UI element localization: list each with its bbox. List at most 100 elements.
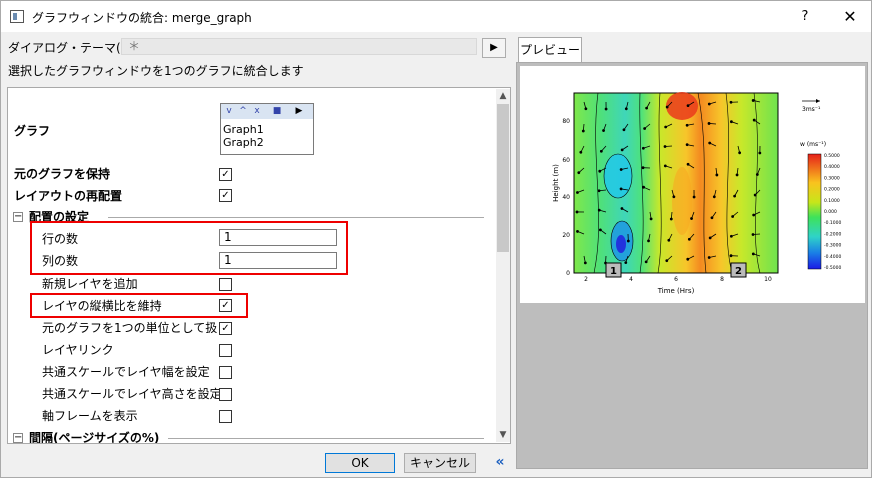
wind-vector-head: [619, 168, 623, 171]
wind-vector-head: [729, 254, 733, 258]
wind-vector-head: [738, 151, 742, 155]
preview-page: 2 4 6 8 10 0 20 40 60 80 Time (Hrs) Heig…: [520, 66, 865, 303]
graph-list[interactable]: v ^ x ■ ▶ Graph1 Graph2: [220, 103, 314, 155]
graph-list-item[interactable]: Graph2: [223, 137, 264, 149]
x-tick-label: 2: [584, 276, 588, 283]
vector-scale-label: 3ms⁻¹: [802, 106, 821, 113]
wind-vector-head: [686, 257, 690, 261]
wind-vector-head: [644, 260, 648, 264]
wind-vector-head: [577, 171, 581, 175]
help-button[interactable]: ?: [787, 1, 823, 32]
keep-aspect-checkbox[interactable]: ✓: [219, 299, 232, 312]
legend-tick-label: -0.5000: [824, 265, 842, 271]
rearrange-checkbox[interactable]: ✓: [219, 189, 232, 202]
wind-vector-head: [647, 239, 650, 243]
keep-source-checkbox[interactable]: ✓: [219, 168, 232, 181]
rows-label: 行の数: [42, 232, 79, 246]
move-down-icon[interactable]: v: [223, 105, 235, 118]
wind-vector-head: [649, 217, 653, 221]
wind-vector-head: [643, 127, 647, 130]
wind-vector-head: [667, 238, 671, 242]
wind-vector-head: [598, 169, 602, 173]
wind-vector-head: [665, 105, 669, 109]
legend-title: w (ms⁻¹): [800, 141, 826, 148]
cancel-button[interactable]: キャンセル: [404, 453, 476, 473]
y-tick-label: 40: [562, 194, 570, 201]
wind-vector-head: [584, 107, 588, 111]
collapse-preview-button[interactable]: «: [489, 453, 511, 471]
scroll-up-icon[interactable]: ▲: [496, 89, 510, 103]
wind-vector-head: [663, 145, 667, 148]
contour-plot: 2 4 6 8 10 0 20 40 60 80 Time (Hrs) Heig…: [552, 92, 842, 295]
show-frame-checkbox[interactable]: [219, 410, 232, 423]
wind-vector-head: [753, 193, 757, 197]
wind-vector-head: [729, 100, 733, 104]
legend-tick-label: 0.3000: [824, 175, 840, 181]
y-axis-label: Height (m): [552, 164, 560, 202]
tab-preview[interactable]: プレビュー: [518, 37, 582, 63]
x-tick-label: 10: [764, 276, 772, 283]
ok-button[interactable]: OK: [325, 453, 395, 473]
wind-vector-head: [758, 151, 762, 155]
common-width-checkbox[interactable]: [219, 366, 232, 379]
wind-vector-head: [619, 187, 623, 191]
section-divider: [108, 217, 484, 218]
cols-input[interactable]: 1: [219, 252, 337, 269]
move-up-icon[interactable]: ^: [237, 105, 249, 118]
wind-vector-head: [597, 189, 601, 193]
wind-vector-head: [575, 210, 579, 214]
wind-vector-head: [622, 128, 626, 132]
legend-tick-label: 0.000: [824, 209, 837, 215]
wind-vector-head: [708, 141, 712, 145]
wind-vector-head: [752, 213, 756, 217]
wind-vector-head: [692, 195, 696, 199]
arrow-head-icon: [816, 99, 820, 103]
rearrange-label: レイアウトの再配置: [14, 189, 123, 203]
play-icon[interactable]: ▶: [293, 105, 305, 118]
scroll-thumb[interactable]: [497, 104, 509, 252]
rows-input[interactable]: 1: [219, 229, 337, 246]
legend-tick-label: 0.1000: [824, 198, 840, 204]
collapse-icon[interactable]: −: [13, 212, 23, 222]
wind-vector-head: [707, 256, 711, 259]
tree-scrollbar[interactable]: ▲ ▼: [496, 89, 510, 442]
theme-label: ダイアログ・テーマ(H): [8, 41, 135, 55]
section-divider: [168, 438, 484, 439]
title-bar: グラフウィンドウの統合: merge_graph ? ✕: [1, 1, 871, 32]
show-frame-label: 軸フレームを表示: [42, 409, 138, 423]
wind-vector-head: [576, 191, 579, 194]
contour-high: [666, 92, 698, 120]
graph-list-item[interactable]: Graph1: [223, 124, 264, 136]
wind-vector-head: [665, 259, 669, 263]
wind-vector-head: [687, 237, 691, 241]
add-layer-label: 新規レイヤを追加: [42, 277, 138, 291]
collapse-icon[interactable]: −: [13, 433, 23, 443]
wind-vector-head: [708, 236, 712, 240]
remove-icon[interactable]: x: [251, 105, 263, 118]
wind-vector-head: [710, 216, 714, 220]
wind-vector-head: [685, 123, 689, 127]
wind-vector-head: [604, 107, 608, 111]
color-scale-bar: [807, 153, 822, 270]
add-layer-checkbox[interactable]: [219, 278, 232, 291]
wind-vector-head: [620, 207, 624, 210]
wind-vector-head: [576, 230, 579, 233]
theme-input[interactable]: ＊: [121, 38, 477, 55]
color-scale-ticks: 0.5000 0.4000 0.3000 0.2000 0.1000 0.000 -0.10…: [824, 153, 842, 271]
scroll-down-icon[interactable]: ▼: [496, 428, 510, 442]
close-button[interactable]: ✕: [829, 1, 871, 32]
y-tick-label: 0: [566, 270, 570, 277]
wind-vector-head: [729, 234, 733, 238]
link-layers-checkbox[interactable]: [219, 344, 232, 357]
common-height-checkbox[interactable]: [219, 388, 232, 401]
legend-tick-label: 0.5000: [824, 153, 840, 159]
select-icon[interactable]: ■: [271, 105, 283, 118]
theme-menu-button[interactable]: ▶: [482, 38, 506, 58]
wind-vector-head: [707, 102, 711, 106]
wind-vector-head: [751, 99, 755, 102]
wind-vector-head: [751, 252, 755, 256]
common-height-label: 共通スケールでレイヤ高さを設定: [42, 387, 222, 401]
wind-vector-head: [686, 162, 690, 166]
as-unit-checkbox[interactable]: ✓: [219, 322, 232, 335]
wind-vector-head: [707, 122, 711, 125]
